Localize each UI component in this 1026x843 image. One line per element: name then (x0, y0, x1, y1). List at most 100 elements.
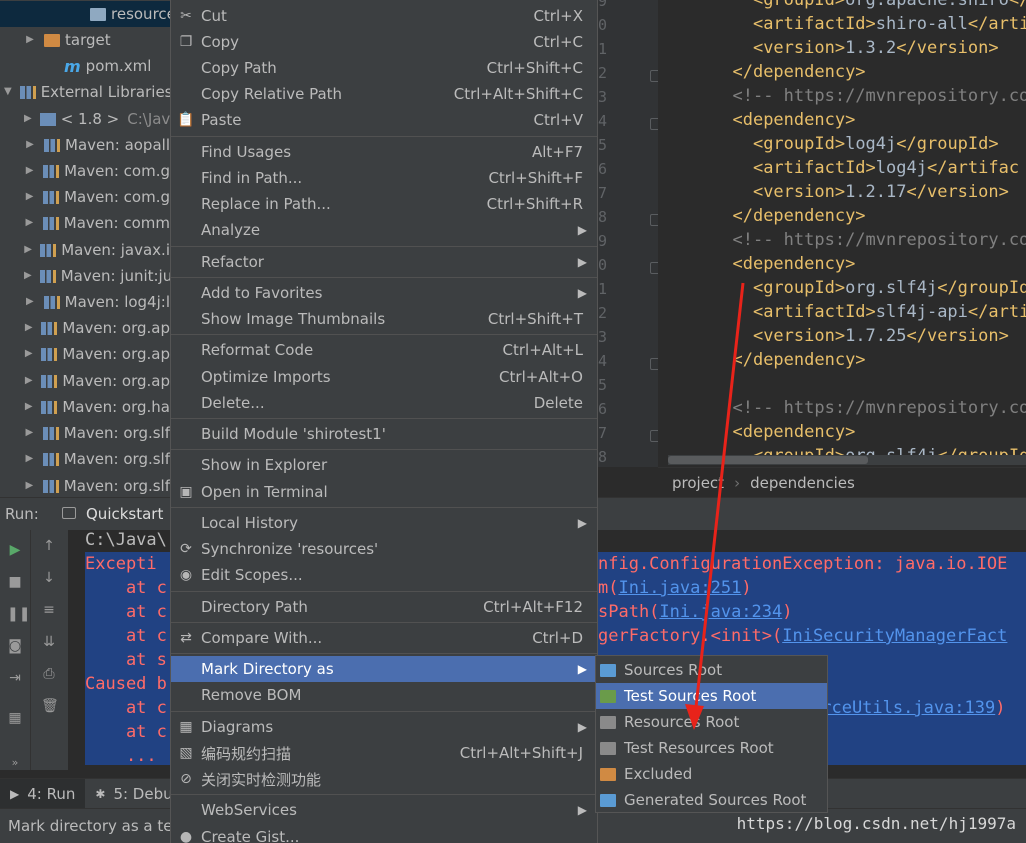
tree-item[interactable]: ▶ target (0, 27, 170, 53)
stacktrace-link[interactable]: Ini.java:251 (618, 578, 741, 598)
pause-icon[interactable]: ❚❚ (7, 606, 30, 622)
menu-item-show-in-explorer[interactable]: Show in Explorer (171, 452, 597, 478)
tree-item[interactable]: ▶ Maven: junit:ju (0, 263, 170, 289)
tree-item[interactable]: ▶ Maven: javax.i (0, 237, 170, 263)
menu-item-diagrams[interactable]: ▦ Diagrams ▶ (171, 714, 597, 740)
tree-item[interactable]: ▶ < 1.8 > C:\Jav (0, 106, 170, 132)
expand-arrow-icon[interactable]: ▶ (24, 217, 35, 229)
expand-arrow-icon[interactable]: ▼ (4, 86, 12, 98)
menu-item-directory-path[interactable]: Directory Path Ctrl+Alt+F12 (171, 594, 597, 620)
tool-tab[interactable]: ▶ 4: Run (0, 778, 86, 809)
tree-item[interactable]: ▶ Maven: com.g (0, 158, 170, 184)
run-tab-quickstart[interactable]: Quickstart (86, 505, 163, 523)
tree-item[interactable]: ▶ Maven: org.ha (0, 394, 170, 420)
expand-arrow-icon[interactable]: ▶ (24, 165, 35, 177)
scroll-to-end-icon[interactable]: ⇊ (41, 634, 57, 650)
menu-item-paste[interactable]: 📋 Paste Ctrl+V (171, 107, 597, 133)
rerun-icon[interactable]: ▶ (7, 542, 23, 558)
menu-item-copy-path[interactable]: Copy Path Ctrl+Shift+C (171, 55, 597, 81)
menu-item-mark-directory-as[interactable]: Mark Directory as ▶ (171, 656, 597, 682)
expand-arrow-icon[interactable]: ▶ (24, 375, 33, 387)
menu-item-local-history[interactable]: Local History ▶ (171, 510, 597, 536)
breadcrumb-dependencies[interactable]: dependencies (750, 474, 855, 492)
submenu-item-resources-root[interactable]: Resources Root (596, 709, 827, 735)
editor-scroll-thumb[interactable] (668, 456, 868, 464)
tree-item[interactable]: ▶ Maven: aopall (0, 132, 170, 158)
expand-arrow-icon[interactable]: ▶ (24, 296, 36, 308)
camera-icon[interactable]: ◙ (7, 638, 23, 654)
tree-item[interactable]: resources (0, 1, 170, 27)
menu-item-copy[interactable]: ❐ Copy Ctrl+C (171, 29, 597, 55)
menu-item-synchronize-resources[interactable]: ⟳ Synchronize 'resources' (171, 536, 597, 562)
fold-marker-icon[interactable] (650, 118, 658, 130)
menu-item-show-image-thumbnails[interactable]: Show Image Thumbnails Ctrl+Shift+T (171, 306, 597, 332)
tool-tab[interactable]: ✱ 5: Debu (85, 779, 182, 809)
tree-item[interactable]: ▶ Maven: org.ap (0, 368, 170, 394)
expand-arrow-icon[interactable]: ▶ (24, 270, 32, 282)
layout-icon[interactable]: ▦ (7, 710, 23, 726)
expand-arrow-icon[interactable]: ▶ (24, 34, 36, 46)
fold-marker-icon[interactable] (650, 214, 658, 226)
expand-arrow-icon[interactable]: ▶ (24, 480, 35, 492)
tree-item[interactable]: ▶ Maven: comm (0, 210, 170, 236)
menu-item-delete[interactable]: Delete... Delete (171, 390, 597, 416)
submenu-item-sources-root[interactable]: Sources Root (596, 657, 827, 683)
menu-item[interactable]: ▧ 编码规约扫描 Ctrl+Alt+Shift+J (171, 740, 597, 766)
tree-item[interactable]: ▶ Maven: org.slf (0, 473, 170, 497)
menu-item-optimize-imports[interactable]: Optimize Imports Ctrl+Alt+O (171, 364, 597, 390)
menu-item-edit-scopes[interactable]: ◉ Edit Scopes... (171, 562, 597, 588)
menu-item-find-usages[interactable]: Find Usages Alt+F7 (171, 139, 597, 165)
menu-item-analyze[interactable]: Analyze ▶ (171, 217, 597, 243)
tree-item[interactable]: ▶ Maven: org.ap (0, 341, 170, 367)
soft-wrap-icon[interactable]: ≡ (41, 602, 57, 618)
expand-arrow-icon[interactable]: ▶ (24, 191, 35, 203)
print-icon[interactable]: ⎙ (41, 666, 57, 682)
menu-item-cut[interactable]: ✂ Cut Ctrl+X (171, 3, 597, 29)
tree-item[interactable]: ▼ External Libraries (0, 79, 170, 105)
submenu-item-test-sources-root[interactable]: Test Sources Root (596, 683, 827, 709)
menu-item-reformat-code[interactable]: Reformat Code Ctrl+Alt+L (171, 337, 597, 363)
breadcrumb-project[interactable]: project (672, 474, 724, 492)
expand-arrow-icon[interactable]: ▶ (24, 322, 33, 334)
stacktrace-link[interactable]: urceUtils.java:139 (811, 698, 995, 718)
fold-marker-icon[interactable] (650, 262, 658, 274)
expand-arrow-icon[interactable]: ▶ (24, 139, 36, 151)
tree-item[interactable]: ▶ Maven: org.ap (0, 315, 170, 341)
tree-item[interactable]: ▶ Maven: org.slf (0, 420, 170, 446)
menu-item[interactable]: ⊘ 关闭实时检测功能 (171, 766, 597, 792)
submenu-item-test-resources-root[interactable]: Test Resources Root (596, 735, 827, 761)
menu-item-create-gist[interactable]: ● Create Gist... (171, 824, 597, 843)
submenu-item-generated-sources-root[interactable]: Generated Sources Root (596, 787, 827, 813)
tree-item[interactable]: ▶ Maven: log4j:l (0, 289, 170, 315)
menu-item-webservices[interactable]: WebServices ▶ (171, 797, 597, 823)
expand-arrow-icon[interactable]: ▶ (24, 113, 32, 125)
menu-item-refactor[interactable]: Refactor ▶ (171, 249, 597, 275)
trash-icon[interactable]: 🗑 (41, 698, 59, 714)
tree-item[interactable]: m pom.xml (0, 53, 170, 79)
menu-item-replace-in-path[interactable]: Replace in Path... Ctrl+Shift+R (171, 191, 597, 217)
menu-item-compare-with[interactable]: ⇄ Compare With... Ctrl+D (171, 625, 597, 651)
restore-layout-icon[interactable]: ⇥ (7, 670, 23, 686)
menu-item-build-module-shirotest1[interactable]: Build Module 'shirotest1' (171, 421, 597, 447)
stacktrace-link[interactable]: Ini.java:234 (659, 602, 782, 622)
code-editor[interactable]: <groupId>org.apache.shiro</ <artifactId>… (658, 0, 1026, 467)
fold-marker-icon[interactable] (650, 430, 658, 442)
fold-marker-icon[interactable] (650, 70, 658, 82)
stop-icon[interactable]: ■ (7, 574, 23, 590)
expand-arrow-icon[interactable]: ▶ (24, 244, 32, 256)
tree-item[interactable]: ▶ Maven: com.g (0, 184, 170, 210)
submenu-item-excluded[interactable]: Excluded (596, 761, 827, 787)
up-arrow-icon[interactable]: ↑ (41, 538, 57, 554)
stacktrace-link[interactable]: IniSecurityManagerFact (782, 626, 1007, 646)
more-icon[interactable]: » (7, 755, 23, 771)
menu-item-open-in-terminal[interactable]: ▣ Open in Terminal (171, 479, 597, 505)
expand-arrow-icon[interactable]: ▶ (24, 348, 33, 360)
expand-arrow-icon[interactable]: ▶ (24, 453, 35, 465)
tree-item[interactable]: ▶ Maven: org.slf (0, 446, 170, 472)
menu-item-remove-bom[interactable]: Remove BOM (171, 682, 597, 708)
down-arrow-icon[interactable]: ↓ (41, 570, 57, 586)
expand-arrow-icon[interactable]: ▶ (24, 427, 35, 439)
fold-marker-icon[interactable] (650, 358, 658, 370)
menu-item-add-to-favorites[interactable]: Add to Favorites ▶ (171, 280, 597, 306)
expand-arrow-icon[interactable]: ▶ (24, 401, 33, 413)
